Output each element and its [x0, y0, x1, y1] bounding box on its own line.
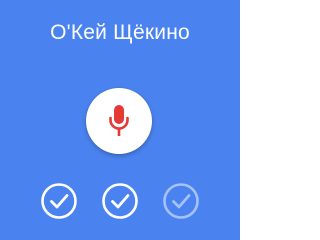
- check-circle-icon: [40, 182, 78, 220]
- microphone-icon: [109, 105, 129, 136]
- progress-indicators: [0, 182, 240, 222]
- microphone-button[interactable]: [86, 88, 152, 154]
- check-circle-icon: [162, 182, 200, 220]
- voice-recognition-screen: О'Кей Щёкино: [0, 0, 240, 240]
- check-circle-icon: [101, 182, 139, 220]
- recognized-phrase-title: О'Кей Щёкино: [50, 21, 190, 44]
